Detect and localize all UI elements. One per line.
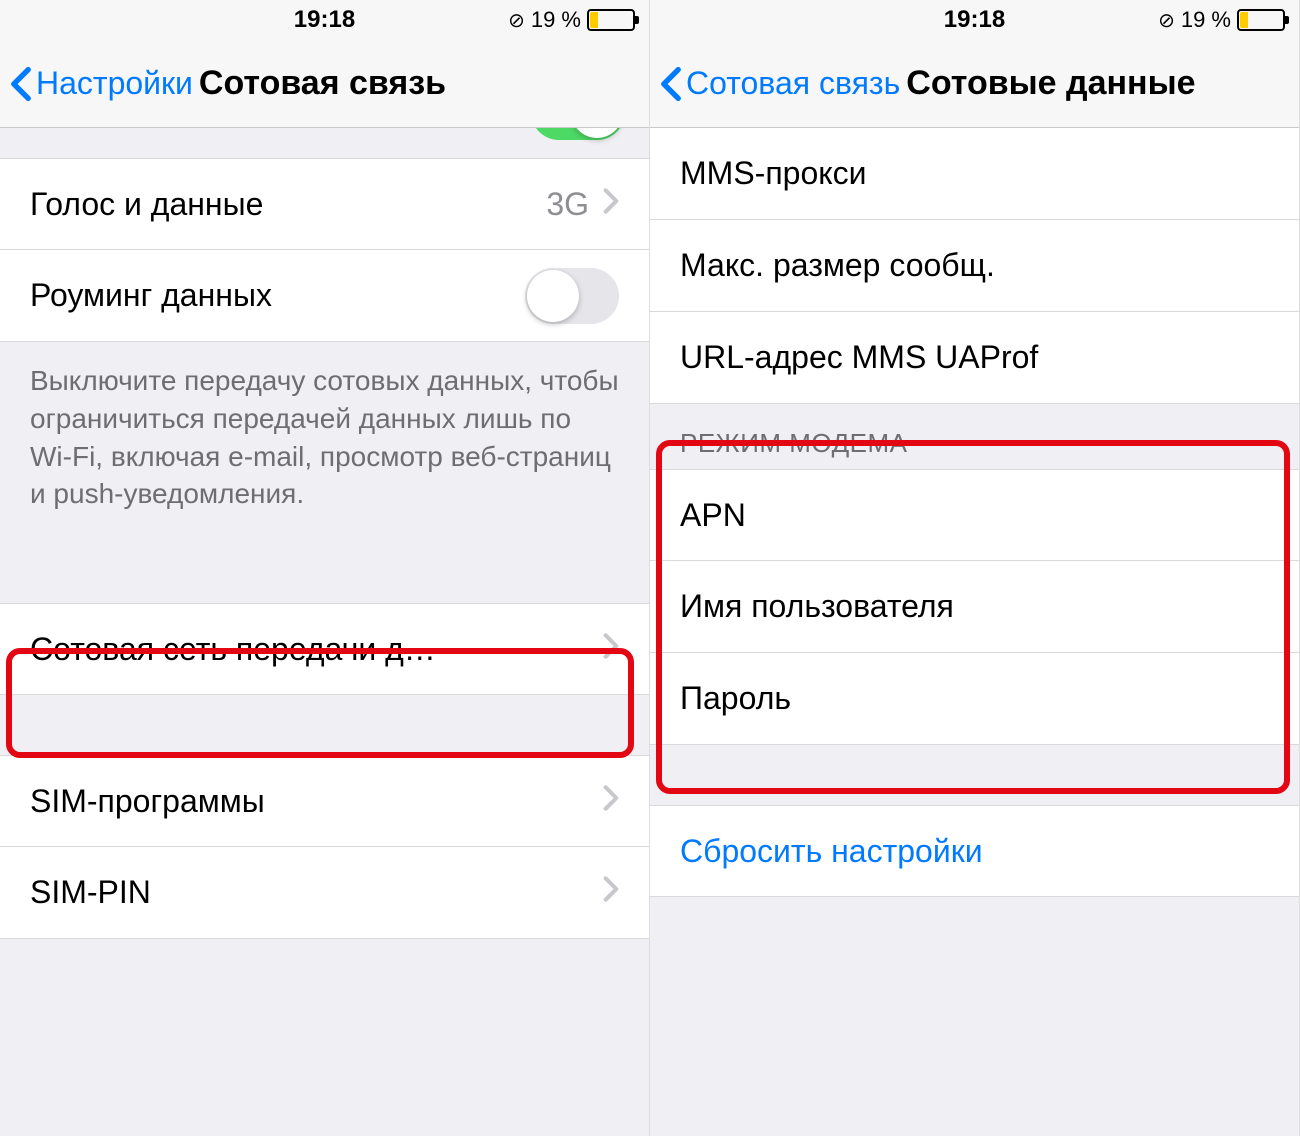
battery-icon — [587, 9, 635, 31]
page-title: Сотовые данные — [906, 64, 1195, 103]
username-row[interactable]: Имя пользователя — [650, 561, 1299, 653]
password-label: Пароль — [680, 680, 1269, 717]
status-right: ⊘ 19 % — [1158, 7, 1285, 33]
status-bar: 19:18 ⊘ 19 % — [0, 0, 649, 40]
back-label: Настройки — [36, 65, 193, 102]
status-right: ⊘ 19 % — [508, 7, 635, 33]
section-header-modem: РЕЖИМ МОДЕМА — [650, 404, 1299, 469]
apn-label: APN — [680, 497, 1269, 534]
back-label: Сотовая связь — [686, 65, 900, 102]
orientation-lock-icon: ⊘ — [508, 8, 525, 33]
sim-pin-row[interactable]: SIM-PIN — [0, 847, 649, 939]
cellular-data-network-label: Сотовая сеть передачи д… — [30, 631, 603, 668]
max-message-size-label: Макс. размер сообщ. — [680, 247, 1269, 284]
battery-icon — [1237, 9, 1285, 31]
reset-settings-button[interactable]: Сбросить настройки — [650, 805, 1299, 897]
reset-settings-label: Сбросить настройки — [680, 833, 1269, 870]
data-roaming-toggle[interactable] — [525, 268, 619, 324]
chevron-left-icon — [10, 66, 32, 102]
status-time: 19:18 — [944, 6, 1005, 34]
data-roaming-label: Роуминг данных — [30, 277, 525, 314]
username-label: Имя пользователя — [680, 588, 1269, 625]
page-title: Сотовая связь — [199, 64, 446, 103]
scroll-area[interactable]: MMS-прокси Макс. размер сообщ. URL-адрес… — [650, 128, 1299, 1136]
screen-cellular-data: 19:18 ⊘ 19 % Сотовая связь Сотовые данны… — [650, 0, 1300, 1136]
battery-percent: 19 % — [1181, 7, 1231, 33]
sim-applications-label: SIM-программы — [30, 783, 603, 820]
voice-and-data-row[interactable]: Голос и данные 3G — [0, 158, 649, 250]
voice-and-data-label: Голос и данные — [30, 186, 546, 223]
chevron-right-icon — [603, 186, 619, 223]
cellular-data-network-row[interactable]: Сотовая сеть передачи д… — [0, 603, 649, 695]
apn-row[interactable]: APN — [650, 469, 1299, 561]
back-button[interactable]: Сотовая связь — [660, 65, 900, 102]
mms-proxy-label: MMS-прокси — [680, 155, 1269, 192]
back-button[interactable]: Настройки — [10, 65, 193, 102]
battery-percent: 19 % — [531, 7, 581, 33]
max-message-size-row[interactable]: Макс. размер сообщ. — [650, 220, 1299, 312]
chevron-right-icon — [603, 874, 619, 911]
scroll-area[interactable]: Голос и данные 3G Роуминг данных Выключи… — [0, 128, 649, 1136]
sim-pin-label: SIM-PIN — [30, 874, 603, 911]
mms-uaprof-label: URL-адрес MMS UAProf — [680, 339, 1269, 376]
status-bar: 19:18 ⊘ 19 % — [650, 0, 1299, 40]
mms-uaprof-row[interactable]: URL-адрес MMS UAProf — [650, 312, 1299, 404]
chevron-right-icon — [603, 631, 619, 668]
nav-bar: Сотовая связь Сотовые данные — [650, 40, 1299, 128]
orientation-lock-icon: ⊘ — [1158, 8, 1175, 33]
cellular-footer-text: Выключите передачу сотовых данных, чтобы… — [0, 342, 649, 543]
voice-and-data-value: 3G — [546, 186, 589, 223]
sim-applications-row[interactable]: SIM-программы — [0, 755, 649, 847]
data-roaming-row: Роуминг данных — [0, 250, 649, 342]
mms-proxy-row[interactable]: MMS-прокси — [650, 128, 1299, 220]
status-time: 19:18 — [294, 6, 355, 34]
chevron-right-icon — [603, 783, 619, 820]
nav-bar: Настройки Сотовая связь — [0, 40, 649, 128]
password-row[interactable]: Пароль — [650, 653, 1299, 745]
chevron-left-icon — [660, 66, 682, 102]
screen-cellular: 19:18 ⊘ 19 % Настройки Сотовая связь Гол… — [0, 0, 650, 1136]
